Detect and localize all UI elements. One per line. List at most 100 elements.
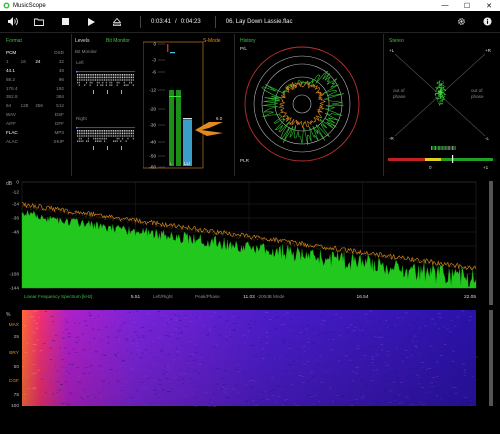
bit-cell: [78, 79, 80, 81]
bit-cell: [109, 81, 111, 84]
spectrum-y-tick: -12: [12, 190, 19, 196]
bit-cell: [122, 135, 124, 137]
bit-cell: [129, 132, 131, 135]
spectrum-scrollbar[interactable]: [489, 181, 493, 305]
bit-cell: [89, 135, 91, 137]
spectrum-x-tick: 5.51: [131, 294, 141, 300]
maximize-button[interactable]: ☐: [456, 0, 478, 11]
bit-cell: [87, 130, 89, 132]
play-button[interactable]: [78, 11, 104, 33]
spectrum-x-tick: 22.05: [464, 294, 476, 300]
correlation-tick: [452, 146, 453, 150]
gonio-dot: [439, 85, 441, 86]
bit-cell: [80, 79, 82, 81]
bit-cell: [132, 74, 134, 76]
spectrum-footer-label: Peak/Phase: [195, 294, 220, 299]
bit-cell: [98, 130, 100, 132]
correlation-marker: [452, 155, 454, 163]
stop-button[interactable]: [52, 11, 78, 33]
bit-cell: [109, 130, 111, 132]
correlation-tick: [438, 146, 439, 150]
bit-cell: [116, 79, 118, 81]
radar-ring: [253, 55, 351, 153]
format-cell: 16: [20, 58, 26, 64]
gonio-dot: [437, 88, 439, 90]
bit-cell: [132, 135, 134, 137]
gonio-dot: [441, 100, 443, 102]
format-row: 176.4 192: [6, 84, 64, 93]
format-cell: 192: [56, 85, 64, 91]
spectrogram-y-tick: BRY: [9, 350, 20, 356]
gonio-dot: [437, 93, 438, 94]
bit-cell: [125, 76, 127, 79]
bit-cell: [80, 132, 82, 135]
gonio-dot: [441, 89, 443, 91]
correlation-plus-one: +1: [483, 165, 489, 170]
bit-cell: [100, 130, 102, 132]
bit-cell: [100, 132, 102, 135]
close-button[interactable]: ✕: [478, 0, 500, 11]
volume-icon[interactable]: [0, 11, 26, 33]
gonio-dot: [442, 100, 443, 102]
bit-tick: [107, 146, 108, 150]
spectrum-footer-label: Left/Right: [153, 294, 173, 299]
spectrogram-y-tick: 75: [14, 392, 20, 398]
spectrogram-speck: [212, 406, 216, 407]
bit-cell: [78, 74, 80, 76]
toolbar: 0:03:41 / 0:04:23 06. Lay Down Lassie.fl…: [0, 11, 500, 33]
bit-cell: [78, 140, 80, 142]
bit-cell: [116, 140, 118, 142]
bit-cell: [131, 79, 133, 81]
format-cell: 32: [58, 58, 64, 64]
bit-cell: [120, 79, 122, 81]
bit-cell: [114, 79, 116, 81]
gonio-dot: [441, 87, 443, 89]
bit-cell: [105, 74, 107, 76]
spectrogram-y-tick: CGF: [9, 378, 19, 384]
bit-cell: [82, 79, 84, 81]
gonio-dot: [440, 85, 442, 86]
bit-tick: [107, 90, 108, 94]
bit-cell: [87, 132, 89, 135]
bit-cell: [131, 135, 133, 137]
info-icon[interactable]: [474, 11, 500, 33]
bit-cell: [78, 132, 80, 135]
bit-cell: [96, 130, 98, 132]
eject-icon[interactable]: [104, 11, 130, 33]
gonio-dot: [444, 94, 445, 95]
bit-cell: [78, 81, 80, 84]
gonio-dot: [441, 84, 443, 86]
spectrogram-scrollbar[interactable]: [489, 310, 493, 406]
bit-cell: [104, 140, 106, 142]
time-separator: /: [175, 18, 177, 25]
spectrum-footer-label: -200dB Mode: [257, 294, 285, 299]
bit-cell: [122, 79, 124, 81]
bit-cell: [102, 135, 104, 137]
format-cell: ALAC: [6, 138, 19, 144]
open-folder-icon[interactable]: [26, 11, 52, 33]
bit-cell: [86, 132, 88, 135]
bit-cell: [118, 79, 120, 81]
gonio-dot: [439, 102, 441, 104]
bit-cell: [116, 137, 118, 140]
history-loudness-trace: [278, 80, 326, 128]
spectrum-y-tick: -144: [9, 286, 19, 292]
spectrum-y-tick: 0: [16, 180, 19, 186]
correlation-activity: [431, 146, 456, 150]
bit-cell: [91, 79, 93, 81]
gonio-dot: [437, 98, 438, 99]
format-cell: 256: [35, 103, 43, 109]
gonio-dot: [445, 90, 447, 91]
gonio-dot: [435, 86, 437, 88]
left-peak-hold: [170, 52, 175, 54]
bit-cell: [89, 79, 91, 81]
bit-cell: [96, 84, 98, 86]
bit-cell: [102, 84, 104, 86]
bit-cell: [104, 74, 106, 76]
bit-cell: [127, 130, 129, 132]
minimize-button[interactable]: —: [434, 0, 456, 11]
gonio-dot: [439, 96, 440, 97]
gonio-dot: [439, 101, 441, 103]
bit-cell: [100, 140, 102, 142]
settings-gear-icon[interactable]: [448, 11, 474, 33]
